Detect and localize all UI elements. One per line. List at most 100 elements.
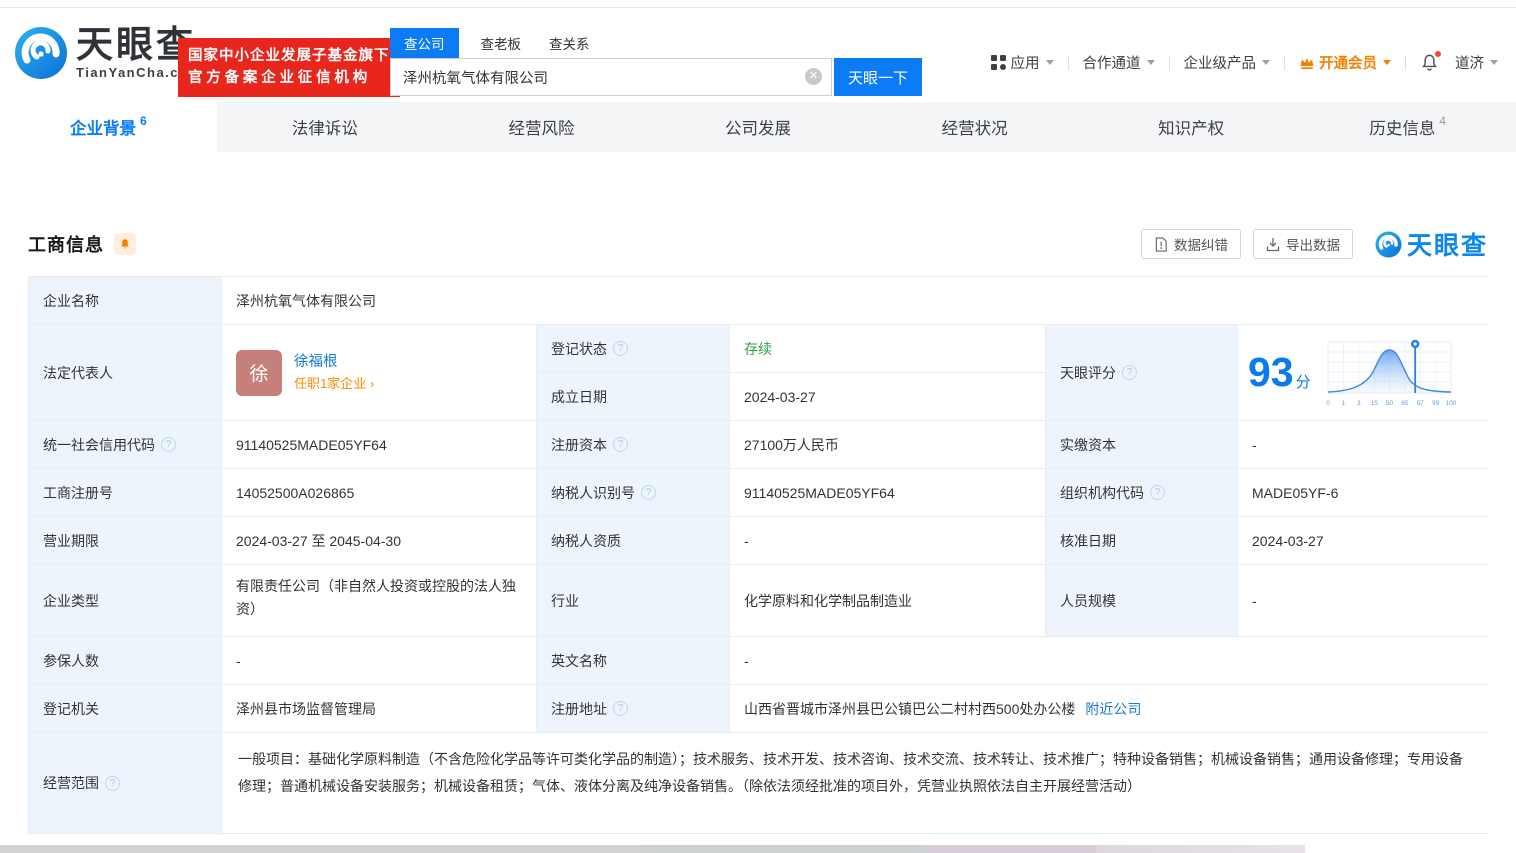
horizontal-scrollbar[interactable] [0, 845, 1305, 853]
tab-company-development[interactable]: 公司发展 [650, 102, 867, 152]
legal-rep-positions-link[interactable]: 任职1家企业 › [294, 374, 374, 395]
help-icon[interactable]: ? [161, 437, 176, 452]
site-header: 天眼查 TianYanCha.com 国家中小企业发展子基金旗下 官方备案企业征… [0, 8, 1516, 102]
score-distribution-chart: 0 1 3 15 50 85 97 99 100 [1323, 336, 1459, 410]
search-tab-boss[interactable]: 查老板 [481, 28, 522, 58]
official-badge: 国家中小企业发展子基金旗下 官方备案企业征信机构 [178, 38, 400, 97]
reg-capital-value: 27100万人民币 [730, 421, 1046, 469]
tab-operating-risk[interactable]: 经营风险 [433, 102, 650, 152]
search-tab-relation[interactable]: 查关系 [549, 28, 590, 58]
field-label: 纳税人资质 [537, 517, 730, 565]
menu-divider [1405, 56, 1406, 70]
badge-line1: 国家中小企业发展子基金旗下 [188, 45, 390, 67]
search-button[interactable]: 天眼一下 [834, 58, 922, 96]
company-name-value: 泽州杭氧气体有限公司 [222, 277, 1488, 325]
menu-apps-label: 应用 [1011, 52, 1040, 73]
help-icon[interactable]: ? [1150, 485, 1165, 500]
tab-label: 历史信息 [1369, 115, 1435, 139]
svg-text:0: 0 [1326, 400, 1330, 407]
menu-apps[interactable]: 应用 [991, 52, 1054, 73]
section-header: 工商信息 数据纠错 导出数据 [28, 226, 1488, 262]
menu-partner-label: 合作通道 [1083, 52, 1141, 73]
avatar: 徐 [236, 350, 282, 396]
taxpayer-quality-value: - [730, 517, 1046, 565]
chevron-down-icon [1490, 60, 1498, 65]
svg-text:50: 50 [1386, 400, 1394, 407]
help-icon[interactable]: ? [613, 341, 628, 356]
download-icon [1266, 237, 1280, 252]
search-tabs: 查公司 查老板 查关系 [390, 28, 922, 58]
tab-operating-status[interactable]: 经营状况 [866, 102, 1083, 152]
org-code-value: MADE05YF-6 [1238, 469, 1488, 517]
menu-user[interactable]: 道济 [1455, 52, 1498, 73]
business-term-value: 2024-03-27 至 2045-04-30 [222, 517, 537, 565]
search-input[interactable] [390, 58, 832, 96]
help-icon[interactable]: ? [613, 437, 628, 452]
reg-status-value: 存续 [730, 325, 1046, 373]
section-title: 工商信息 [28, 231, 104, 257]
help-icon[interactable]: ? [613, 701, 628, 716]
help-icon[interactable]: ? [1122, 365, 1137, 380]
tab-label: 企业背景 [70, 115, 136, 139]
clear-search-icon[interactable]: ✕ [805, 68, 822, 85]
menu-vip-label: 开通会员 [1319, 52, 1377, 73]
field-label: 实缴资本 [1046, 421, 1238, 469]
score-unit: 分 [1296, 371, 1311, 392]
watermark-text: 天眼查 [1407, 226, 1488, 262]
tab-business-background[interactable]: 企业背景 6 [0, 102, 217, 152]
field-label: 登记机关 [29, 685, 222, 733]
tab-legal-proceedings[interactable]: 法律诉讼 [217, 102, 434, 152]
field-label: 营业期限 [29, 517, 222, 565]
business-info-table: 企业名称 泽州杭氧气体有限公司 法定代表人 徐 徐福根 任职1家企业 › 登记状… [28, 276, 1488, 834]
tianyancha-logo-icon [14, 26, 68, 80]
export-data-button[interactable]: 导出数据 [1253, 229, 1353, 259]
user-name: 道济 [1455, 52, 1484, 73]
menu-enterprise-label: 企业级产品 [1184, 52, 1257, 73]
search-row: ✕ 天眼一下 [390, 58, 922, 96]
reg-authority-value: 泽州县市场监督管理局 [222, 685, 537, 733]
export-data-label: 导出数据 [1286, 234, 1340, 254]
field-label: 企业类型 [29, 565, 222, 637]
field-label: 注册地址? [537, 685, 730, 733]
help-icon[interactable]: ? [641, 485, 656, 500]
chevron-down-icon [1262, 60, 1270, 65]
tab-label: 经营风险 [508, 115, 574, 139]
legal-rep-name-link[interactable]: 徐福根 [294, 351, 374, 374]
field-label: 工商注册号 [29, 469, 222, 517]
svg-text:1: 1 [1341, 400, 1345, 407]
credit-code-value: 91140525MADE05YF64 [222, 421, 537, 469]
score-number: 93 [1248, 352, 1294, 393]
field-label: 经营范围? [29, 733, 222, 833]
paid-capital-value: - [1238, 421, 1488, 469]
field-label: 纳税人识别号? [537, 469, 730, 517]
data-correction-button[interactable]: 数据纠错 [1141, 229, 1241, 259]
menu-vip[interactable]: 开通会员 [1299, 52, 1391, 73]
tab-intellectual-property[interactable]: 知识产权 [1083, 102, 1300, 152]
menu-partner[interactable]: 合作通道 [1083, 52, 1155, 73]
monitor-bell-button[interactable] [114, 233, 136, 255]
field-label: 参保人数 [29, 637, 222, 685]
approval-date-value: 2024-03-27 [1238, 517, 1488, 565]
nearby-companies-link[interactable]: 附近公司 [1085, 699, 1141, 719]
svg-text:99: 99 [1432, 400, 1440, 407]
reg-address-value: 山西省晋城市泽州县巴公镇巴公二村村西500处办公楼 附近公司 [730, 685, 1488, 733]
watermark-logo: 天眼查 [1375, 226, 1488, 262]
tab-history-info[interactable]: 历史信息 4 [1299, 102, 1516, 152]
search-area: 查公司 查老板 查关系 ✕ 天眼一下 [390, 28, 922, 96]
tab-label: 公司发展 [725, 115, 791, 139]
search-tab-company[interactable]: 查公司 [390, 28, 459, 58]
field-label: 成立日期 [537, 373, 730, 421]
site-logo[interactable]: 天眼查 TianYanCha.com [14, 26, 202, 80]
taxpayer-id-value: 91140525MADE05YF64 [730, 469, 1046, 517]
field-label: 统一社会信用代码? [29, 421, 222, 469]
badge-line2: 官方备案企业征信机构 [188, 67, 390, 89]
svg-text:97: 97 [1416, 400, 1424, 407]
help-icon[interactable]: ? [105, 776, 120, 791]
top-menu: 应用 合作通道 企业级产品 开通会员 [991, 52, 1499, 73]
field-label: 英文名称 [537, 637, 730, 685]
menu-enterprise[interactable]: 企业级产品 [1184, 52, 1271, 73]
notifications-bell[interactable] [1420, 53, 1439, 72]
est-date-value: 2024-03-27 [730, 373, 1046, 421]
notification-dot [1434, 50, 1442, 58]
tab-label: 法律诉讼 [292, 115, 358, 139]
